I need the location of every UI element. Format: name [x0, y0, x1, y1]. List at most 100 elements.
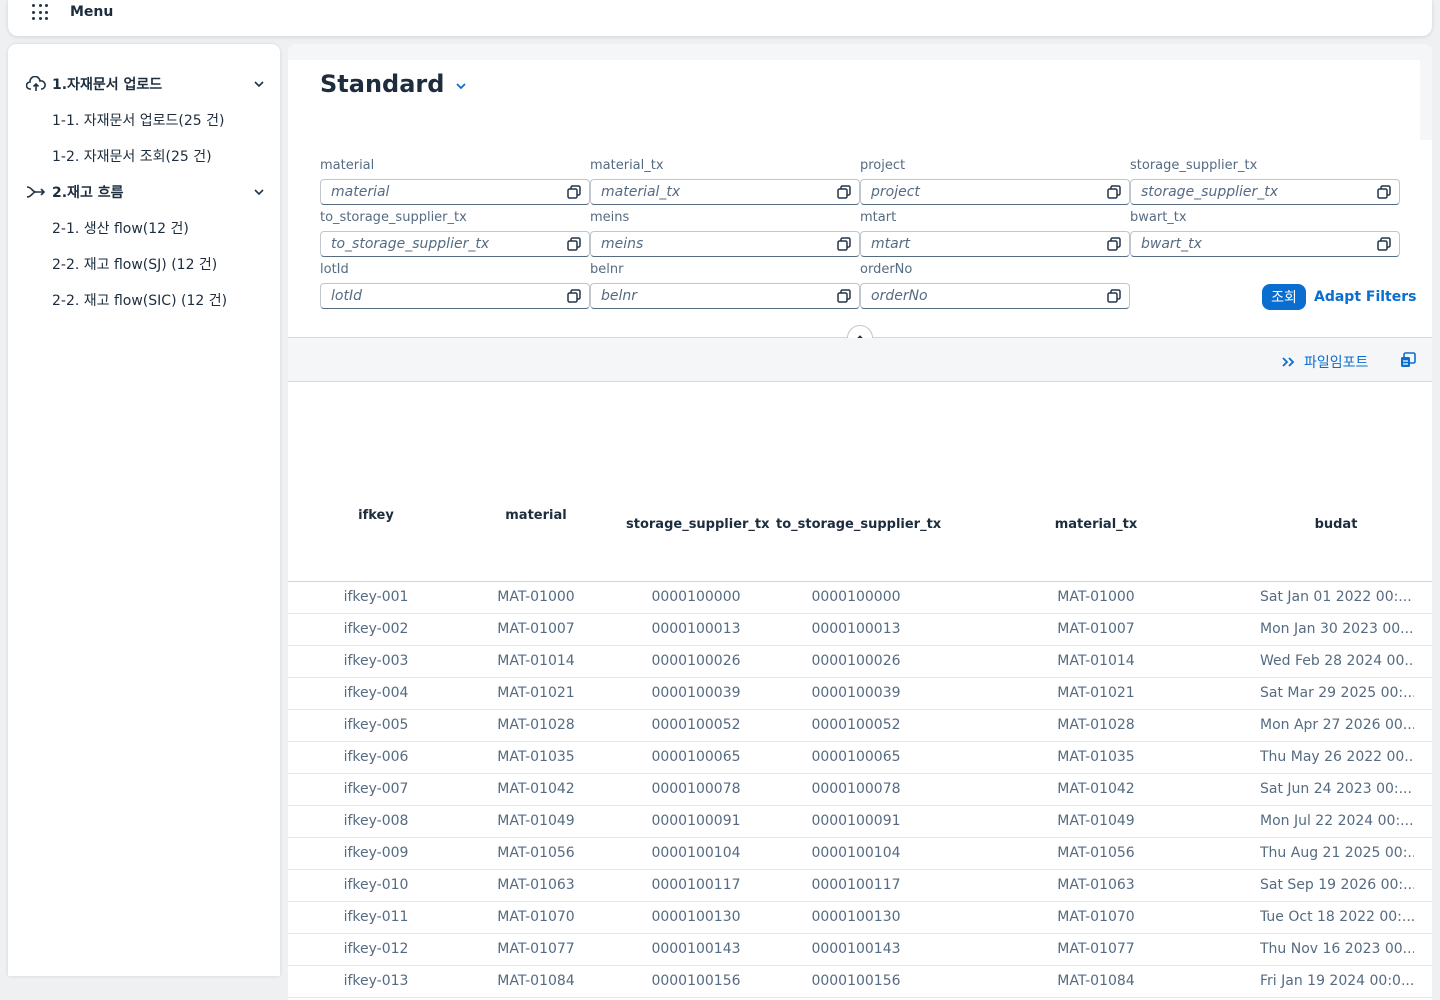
- cell-storage-supplier-tx: 0000100143: [651, 941, 741, 957]
- value-help-icon[interactable]: [1107, 185, 1121, 199]
- filter-input-mtart[interactable]: mtart: [860, 231, 1130, 257]
- value-help-icon[interactable]: [837, 185, 851, 199]
- value-help-icon[interactable]: [1377, 237, 1391, 251]
- cell-to-storage-supplier-tx: 0000100091: [811, 813, 901, 829]
- cell-to-storage-supplier-tx: 0000100052: [811, 717, 901, 733]
- filter-input-to-storage-supplier-tx[interactable]: to_storage_supplier_tx: [320, 231, 590, 257]
- filter-input-lotid[interactable]: lotId: [320, 283, 590, 309]
- cell-ifkey: ifkey-009: [343, 845, 409, 861]
- filter-placeholder: bwart_tx: [1141, 236, 1202, 252]
- side-navigation: 1.자재문서 업로드 1-1. 자재문서 업로드(25 건) 1-2. 자재문서…: [8, 44, 280, 976]
- cell-budat: Thu Aug 21 2025 00:...: [1260, 845, 1414, 861]
- go-button[interactable]: 조회: [1262, 284, 1306, 310]
- column-header-budat[interactable]: budat: [1286, 517, 1386, 532]
- value-help-icon[interactable]: [837, 289, 851, 303]
- cell-material-tx: MAT-01014: [1057, 653, 1135, 669]
- filter-input-bwart-tx[interactable]: bwart_tx: [1130, 231, 1400, 257]
- cell-budat: Sat Sep 19 2026 00:...: [1260, 877, 1414, 893]
- cell-material-tx: MAT-01042: [1057, 781, 1135, 797]
- cell-material-tx: MAT-01077: [1057, 941, 1135, 957]
- cell-material: MAT-01049: [497, 813, 575, 829]
- nav-item-material-upload[interactable]: 1-1. 자재문서 업로드(25 건): [52, 102, 224, 138]
- column-header-material-tx[interactable]: material_tx: [1036, 517, 1156, 532]
- cell-to-storage-supplier-tx: 0000100078: [811, 781, 901, 797]
- column-header-material[interactable]: material: [486, 508, 586, 523]
- table-row[interactable]: ifkey-011 MAT-01070 0000100130 0000100130 MA…: [288, 902, 1432, 934]
- table-row[interactable]: ifkey-013 MAT-01084 0000100156 0000100156 MA…: [288, 966, 1432, 998]
- table-row[interactable]: ifkey-009 MAT-01056 0000100104 0000100104 MA…: [288, 838, 1432, 870]
- cell-material: MAT-01042: [497, 781, 575, 797]
- filter-input-material-tx[interactable]: material_tx: [590, 179, 860, 205]
- table-row[interactable]: ifkey-005 MAT-01028 0000100052 0000100052 MA…: [288, 710, 1432, 742]
- column-header-ifkey[interactable]: ifkey: [336, 508, 416, 523]
- filter-input-belnr[interactable]: belnr: [590, 283, 860, 309]
- table-row[interactable]: ifkey-010 MAT-01063 0000100117 0000100117 MA…: [288, 870, 1432, 902]
- filter-placeholder: material: [331, 184, 390, 200]
- cell-budat: Sat Mar 29 2025 00:...: [1260, 685, 1414, 701]
- table-row[interactable]: ifkey-006 MAT-01035 0000100065 0000100065 MA…: [288, 742, 1432, 774]
- cell-storage-supplier-tx: 0000100039: [651, 685, 741, 701]
- file-import-button[interactable]: 파일임포트: [1282, 352, 1368, 372]
- table-row[interactable]: ifkey-001 MAT-01000 0000100000 0000100000 MA…: [288, 582, 1432, 614]
- cell-material-tx: MAT-01056: [1057, 845, 1135, 861]
- filter-input-orderno[interactable]: orderNo: [860, 283, 1130, 309]
- filter-placeholder: belnr: [601, 288, 638, 304]
- filter-placeholder: orderNo: [871, 288, 928, 304]
- cell-material-tx: MAT-01028: [1057, 717, 1135, 733]
- cell-budat: Sat Jun 24 2023 00:...: [1260, 781, 1412, 797]
- cell-to-storage-supplier-tx: 0000100039: [811, 685, 901, 701]
- filter-placeholder: material_tx: [601, 184, 681, 200]
- cell-to-storage-supplier-tx: 0000100000: [811, 589, 901, 605]
- cell-ifkey: ifkey-005: [343, 717, 409, 733]
- table-row[interactable]: ifkey-007 MAT-01042 0000100078 0000100078 MA…: [288, 774, 1432, 806]
- menu-button[interactable]: Menu: [8, 0, 113, 36]
- cell-to-storage-supplier-tx: 0000100156: [811, 973, 901, 989]
- chevron-down-icon: [254, 81, 264, 88]
- table-settings-icon[interactable]: [1400, 352, 1416, 368]
- cell-material-tx: MAT-01070: [1057, 909, 1135, 925]
- filter-input-project[interactable]: project: [860, 179, 1130, 205]
- table-row[interactable]: ifkey-002 MAT-01007 0000100013 0000100013 MA…: [288, 614, 1432, 646]
- table-row[interactable]: ifkey-003 MAT-01014 0000100026 0000100026 MA…: [288, 646, 1432, 678]
- nav-group-material-upload[interactable]: 1.자재문서 업로드: [26, 66, 266, 102]
- cell-to-storage-supplier-tx: 0000100143: [811, 941, 901, 957]
- cell-storage-supplier-tx: 0000100078: [651, 781, 741, 797]
- cell-material: MAT-01070: [497, 909, 575, 925]
- adapt-filters-button[interactable]: Adapt Filters: [1314, 284, 1416, 310]
- filter-input-meins[interactable]: meins: [590, 231, 860, 257]
- cell-to-storage-supplier-tx: 0000100013: [811, 621, 901, 637]
- value-help-icon[interactable]: [1107, 289, 1121, 303]
- table-row[interactable]: ifkey-004 MAT-01021 0000100039 0000100039 MA…: [288, 678, 1432, 710]
- cell-budat: Fri Jan 19 2024 00:0...: [1260, 973, 1414, 989]
- cell-budat: Wed Feb 28 2024 00...: [1260, 653, 1414, 669]
- value-help-icon[interactable]: [567, 289, 581, 303]
- cell-ifkey: ifkey-004: [343, 685, 409, 701]
- value-help-icon[interactable]: [567, 237, 581, 251]
- cell-ifkey: ifkey-011: [343, 909, 409, 925]
- nav-item-material-doc-view[interactable]: 1-2. 자재문서 조회(25 건): [52, 138, 212, 174]
- nav-item-inventory-flow-sj[interactable]: 2-2. 재고 flow(SJ) (12 건): [52, 246, 217, 282]
- table-row[interactable]: ifkey-008 MAT-01049 0000100091 0000100091 MA…: [288, 806, 1432, 838]
- value-help-icon[interactable]: [837, 237, 851, 251]
- nav-item-production-flow[interactable]: 2-1. 생산 flow(12 건): [52, 210, 189, 246]
- filter-label-mtart: mtart: [860, 210, 897, 225]
- cell-to-storage-supplier-tx: 0000100065: [811, 749, 901, 765]
- filter-input-storage-supplier-tx[interactable]: storage_supplier_tx: [1130, 179, 1400, 205]
- value-help-icon[interactable]: [567, 185, 581, 199]
- nav-item-inventory-flow-sic[interactable]: 2-2. 재고 flow(SIC) (12 건): [52, 282, 227, 318]
- variant-management[interactable]: Standard: [320, 70, 468, 98]
- value-help-icon[interactable]: [1377, 185, 1391, 199]
- value-help-icon[interactable]: [1107, 237, 1121, 251]
- table-row[interactable]: ifkey-012 MAT-01077 0000100143 0000100143 MA…: [288, 934, 1432, 966]
- filter-input-material[interactable]: material: [320, 179, 590, 205]
- column-header-to-storage-supplier-tx[interactable]: to_storage_supplier_tx: [776, 517, 941, 532]
- column-header-storage-supplier-tx[interactable]: storage_supplier_tx: [626, 517, 770, 532]
- nav-group-inventory-flow[interactable]: 2.재고 흐름: [26, 174, 266, 210]
- chevron-down-icon: [456, 83, 467, 90]
- cell-budat: Tue Oct 18 2022 00:...: [1260, 909, 1414, 925]
- cell-budat: Thu May 26 2022 00...: [1260, 749, 1414, 765]
- cell-storage-supplier-tx: 0000100000: [651, 589, 741, 605]
- file-import-label: 파일임포트: [1304, 355, 1369, 371]
- cell-budat: Mon Apr 27 2026 00...: [1260, 717, 1414, 733]
- cell-material-tx: MAT-01021: [1057, 685, 1135, 701]
